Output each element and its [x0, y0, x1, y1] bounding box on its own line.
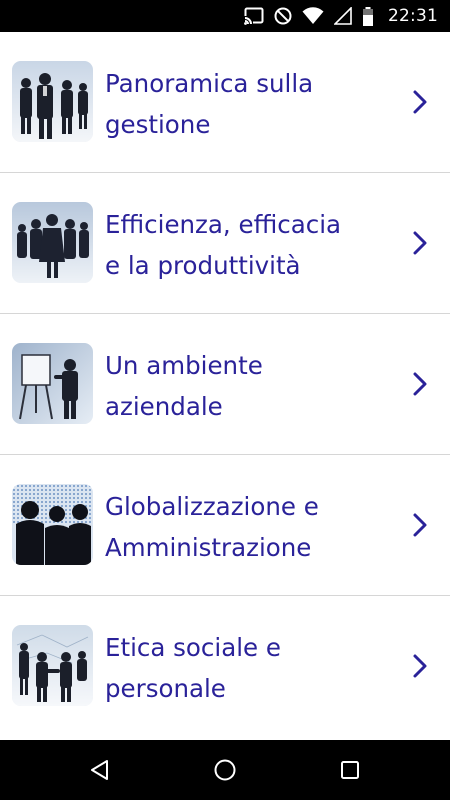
- presentation-flipchart-image: [12, 343, 93, 424]
- navigation-bar: [0, 740, 450, 800]
- chevron-right-icon: [413, 372, 427, 396]
- list-item-label: Etica sociale e personale: [105, 633, 281, 703]
- list-item[interactable]: Panoramica sulla gestione: [0, 32, 450, 173]
- list-item-label: Panoramica sulla gestione: [105, 69, 314, 139]
- battery-icon: [362, 6, 374, 26]
- chevron-right-icon: [413, 513, 427, 537]
- home-icon: [214, 759, 236, 781]
- status-icons: 22:31: [244, 6, 438, 26]
- business-team-image: [12, 202, 93, 283]
- list-item[interactable]: Efficienza, efficacia e la produttività: [0, 173, 450, 314]
- signal-icon: [334, 7, 352, 25]
- status-time: 22:31: [388, 6, 438, 26]
- chevron-right-icon: [413, 90, 427, 114]
- cast-icon: [244, 7, 264, 25]
- chevron-right-icon: [413, 654, 427, 678]
- list-item[interactable]: Globalizzazione e Amministrazione: [0, 455, 450, 596]
- chevron-right-icon: [413, 231, 427, 255]
- do-not-disturb-icon: [274, 7, 292, 25]
- list-item[interactable]: Un ambiente aziendale: [0, 314, 450, 455]
- topic-list: Panoramica sulla gestione Efficienza, ef…: [0, 32, 450, 740]
- list-item-label: Efficienza, efficacia e la produttività: [105, 210, 342, 280]
- back-icon: [91, 760, 108, 780]
- business-silhouettes-image: [12, 484, 93, 565]
- home-button[interactable]: [195, 740, 255, 800]
- list-item-label: Globalizzazione e Amministrazione: [105, 492, 319, 562]
- back-button[interactable]: [70, 740, 130, 800]
- business-team-image: [12, 61, 93, 142]
- wifi-icon: [302, 7, 324, 25]
- handshake-image: [12, 625, 93, 706]
- list-item-label: Un ambiente aziendale: [105, 351, 263, 421]
- status-bar: 22:31: [0, 0, 450, 32]
- recent-apps-icon: [341, 761, 359, 779]
- list-item[interactable]: Etica sociale e personale: [0, 596, 450, 737]
- recent-apps-button[interactable]: [320, 740, 380, 800]
